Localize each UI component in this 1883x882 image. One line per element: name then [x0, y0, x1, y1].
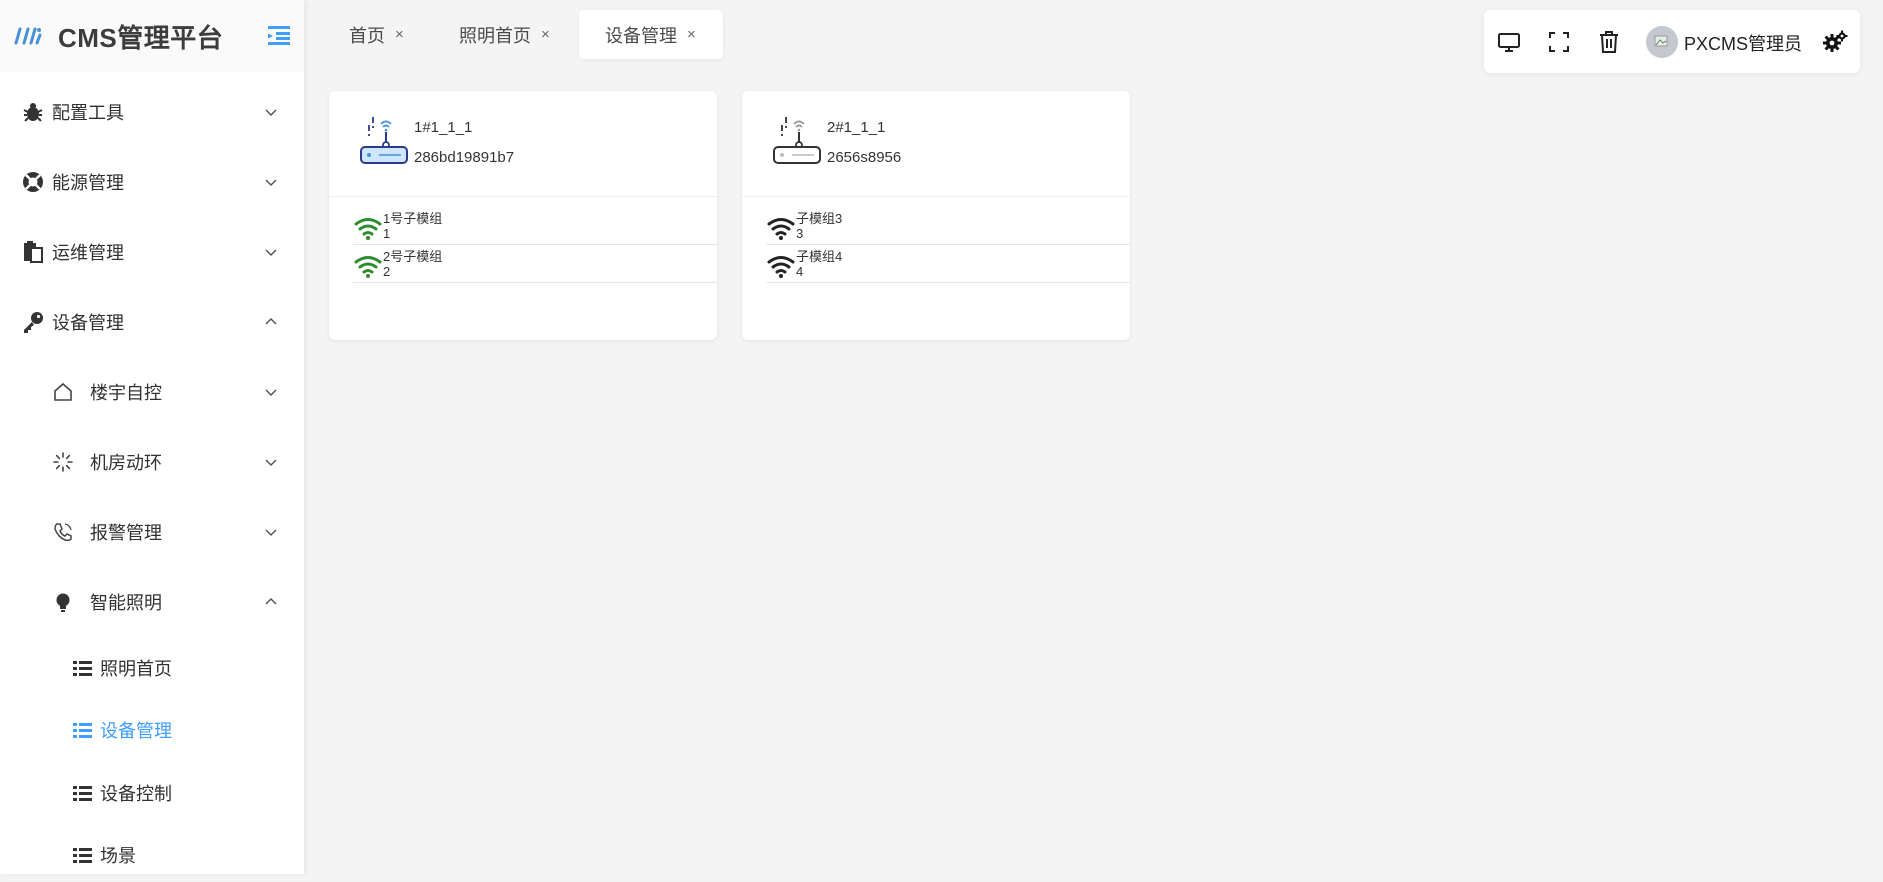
tab-home[interactable]: 首页 × — [349, 10, 404, 59]
device-card[interactable]: 1#1_1_1 286bd19891b7 1号子模组 1 2号子模组 2 — [329, 91, 717, 340]
avatar[interactable] — [1646, 26, 1678, 58]
sidebar-item-alarm[interactable]: 报警管理 — [0, 502, 304, 562]
tab-close-icon[interactable]: × — [541, 26, 550, 43]
home-icon — [50, 379, 76, 405]
tab-close-icon[interactable]: × — [687, 26, 696, 43]
submodule-name: 子模组3 — [796, 211, 843, 226]
wifi-icon — [354, 218, 382, 240]
chevron-down-icon — [265, 389, 277, 397]
menu-collapse-icon[interactable] — [266, 24, 292, 46]
list-icon — [72, 719, 94, 741]
sidebar-item-label: 智能照明 — [90, 593, 162, 613]
sidebar-item-label: 报警管理 — [90, 523, 162, 543]
sidebar-item-building-control[interactable]: 楼宇自控 — [0, 362, 304, 422]
sidebar-item-label: 能源管理 — [52, 173, 124, 193]
submodule-row[interactable]: 子模组3 3 — [766, 207, 1130, 245]
device-name: 2#1_1_1 — [827, 119, 886, 136]
chevron-up-icon — [265, 317, 277, 325]
user-name[interactable]: PXCMS管理员 — [1684, 30, 1802, 56]
sidebar-item-operations[interactable]: 运维管理 — [0, 222, 304, 282]
device-name: 1#1_1_1 — [414, 119, 473, 136]
sidebar-item-machine-room[interactable]: 机房动环 — [0, 432, 304, 492]
clipboard-icon — [20, 239, 46, 265]
tab-close-icon[interactable]: × — [395, 26, 404, 43]
top-toolbar: PXCMS管理员 — [1484, 10, 1860, 73]
sidebar-item-device-management[interactable]: 设备管理 — [0, 292, 304, 352]
loading-icon — [50, 449, 76, 475]
sidebar-item-device-control[interactable]: 设备控制 — [0, 763, 304, 823]
trash-icon[interactable] — [1596, 29, 1622, 55]
sidebar-item-lighting-device-management[interactable]: 设备管理 — [0, 700, 304, 760]
sidebar-item-label: 设备控制 — [100, 784, 172, 804]
phone-icon — [50, 519, 76, 545]
submodule-row[interactable]: 2号子模组 2 — [353, 245, 717, 283]
sidebar-item-label: 运维管理 — [52, 243, 124, 263]
submodule-name: 1号子模组 — [383, 211, 443, 226]
submodule-name: 2号子模组 — [383, 249, 443, 264]
sidebar-item-lighting-home[interactable]: 照明首页 — [0, 638, 304, 698]
wifi-icon — [767, 256, 795, 278]
device-card-header[interactable]: 1#1_1_1 286bd19891b7 — [329, 91, 717, 197]
device-card[interactable]: 2#1_1_1 2656s8956 子模组3 3 子模组4 4 — [742, 91, 1130, 340]
logo-icon — [14, 27, 42, 45]
sidebar-item-label: 场景 — [100, 846, 136, 866]
chevron-down-icon — [265, 249, 277, 257]
list-icon — [72, 844, 94, 866]
key-icon — [20, 309, 46, 335]
sidebar-item-label: 设备管理 — [100, 721, 172, 741]
tab-label: 首页 — [349, 25, 385, 46]
settings-gears-icon[interactable] — [1822, 29, 1848, 55]
submodule-row[interactable]: 子模组4 4 — [766, 245, 1130, 283]
bug-icon — [20, 99, 46, 125]
sidebar-item-label: 配置工具 — [52, 103, 124, 123]
submodule-number: 4 — [796, 264, 804, 279]
device-id: 286bd19891b7 — [414, 149, 515, 166]
wifi-icon — [354, 256, 382, 278]
chevron-down-icon — [265, 459, 277, 467]
wifi-icon — [767, 218, 795, 240]
submodule-number: 2 — [383, 264, 391, 279]
chevron-down-icon — [265, 529, 277, 537]
tab-label: 设备管理 — [605, 25, 677, 46]
bulb-icon — [50, 589, 76, 615]
list-icon — [72, 657, 94, 679]
sidebar-item-label: 设备管理 — [52, 313, 124, 333]
tab-label: 照明首页 — [459, 25, 531, 46]
tab-lighting-home[interactable]: 照明首页 × — [459, 10, 550, 59]
submodule-name: 子模组4 — [796, 249, 843, 264]
chevron-down-icon — [265, 109, 277, 117]
device-id: 2656s8956 — [827, 149, 902, 166]
sidebar-item-energy[interactable]: 能源管理 — [0, 152, 304, 212]
submodule-number: 3 — [796, 226, 804, 241]
sidebar-item-scene[interactable]: 场景 — [0, 825, 304, 874]
chevron-down-icon — [265, 179, 277, 187]
sidebar-item-label: 楼宇自控 — [90, 383, 162, 403]
monitor-icon[interactable] — [1496, 29, 1522, 55]
submodule-number: 1 — [383, 226, 391, 241]
list-icon — [72, 782, 94, 804]
app-title: CMS管理平台 — [58, 22, 224, 53]
submodule-row[interactable]: 1号子模组 1 — [353, 207, 717, 245]
fullscreen-icon[interactable] — [1546, 29, 1572, 55]
chevron-up-icon — [265, 597, 277, 605]
sidebar: CMS管理平台 配置工具 能源管理 运维管理 设备管理 楼宇自控 机房动环 报警… — [0, 0, 304, 874]
sidebar-item-label: 机房动环 — [90, 453, 162, 473]
device-card-header[interactable]: 2#1_1_1 2656s8956 — [742, 91, 1130, 197]
brand: CMS管理平台 — [0, 0, 304, 72]
lifebuoy-icon — [20, 169, 46, 195]
router-offline-icon — [773, 117, 821, 164]
sidebar-item-smart-lighting[interactable]: 智能照明 — [0, 572, 304, 632]
tab-device-management[interactable]: 设备管理 × — [579, 10, 723, 59]
sidebar-item-config-tools[interactable]: 配置工具 — [0, 82, 304, 142]
sidebar-item-label: 照明首页 — [100, 659, 172, 679]
router-online-icon — [360, 117, 408, 164]
